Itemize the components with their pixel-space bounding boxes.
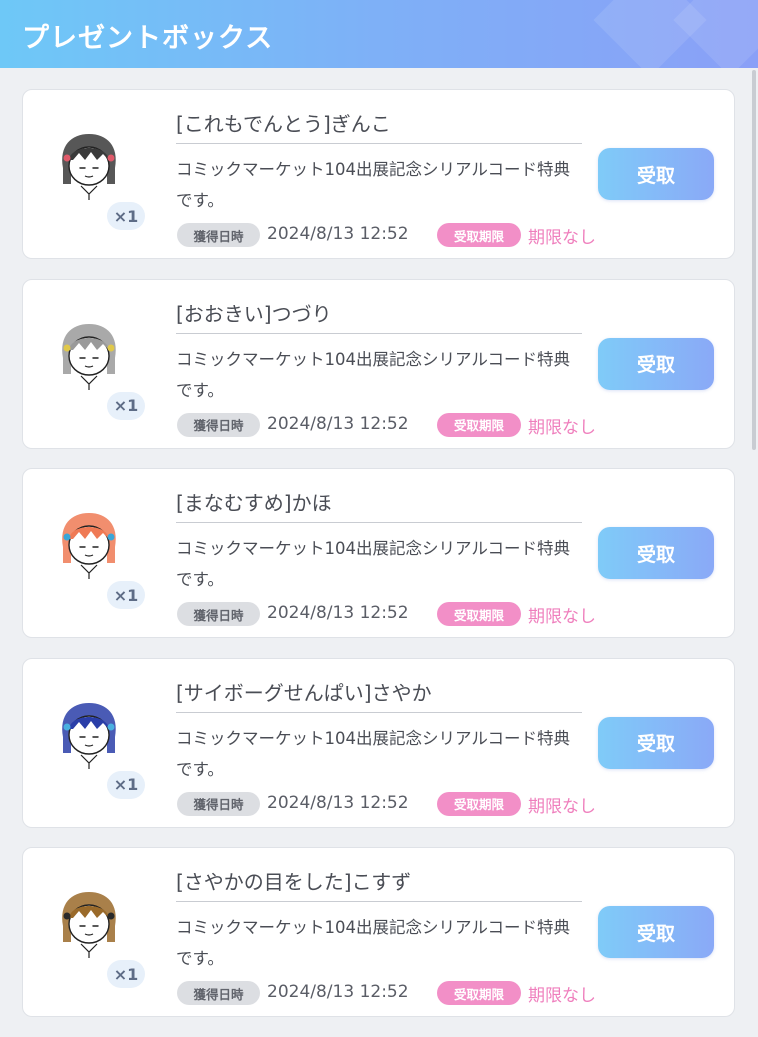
item-description: コミックマーケット104出展記念シリアルコード特典です。 xyxy=(176,349,570,400)
quantity-badge: ×1 xyxy=(107,581,145,609)
present-card: ×1 [サイボーグせんぱい]さやか コミックマーケット104出展記念シリアルコー… xyxy=(22,657,735,828)
deadline-value: 期限なし xyxy=(528,417,596,438)
page-title: プレゼントボックス xyxy=(22,23,274,54)
deadline-tag: 受取期限 xyxy=(437,223,521,247)
quantity-badge: ×1 xyxy=(107,202,145,230)
divider xyxy=(176,143,582,144)
item-title: [まなむすめ]かほ xyxy=(176,491,332,515)
present-card: ×1 [さやかの目をした]こすず コミックマーケット104出展記念シリアルコード… xyxy=(22,847,735,1017)
acquired-date: 2024/8/13 12:52 xyxy=(267,413,409,434)
present-list: ×1 [これもでんとう]ぎんこ コミックマーケット104出展記念シリアルコード特… xyxy=(22,89,735,1037)
acquired-date-tag: 獲得日時 xyxy=(177,791,260,816)
acquired-date: 2024/8/13 12:52 xyxy=(267,982,409,1002)
acquired-date: 2024/8/13 12:52 xyxy=(267,792,409,813)
receive-button[interactable]: 受取 xyxy=(598,148,714,200)
deadline-tag: 受取期限 xyxy=(437,791,521,816)
character-avatar-icon xyxy=(62,702,116,769)
receive-button[interactable]: 受取 xyxy=(598,906,714,958)
acquired-date: 2024/8/13 12:52 xyxy=(267,603,409,623)
deadline-tag: 受取期限 xyxy=(437,981,521,1005)
deadline-tag: 受取期限 xyxy=(437,412,521,437)
character-avatar-icon xyxy=(62,513,116,579)
present-card: ×1 [おおきい]つづり コミックマーケット104出展記念シリアルコード特典です… xyxy=(22,278,735,449)
item-description: コミックマーケット104出展記念シリアルコード特典です。 xyxy=(176,160,570,210)
item-title: [さやかの目をした]こすず xyxy=(176,870,412,894)
present-card: ×1 [まなむすめ]かほ コミックマーケット104出展記念シリアルコード特典です… xyxy=(22,468,735,638)
item-title: [サイボーグせんぱい]さやか xyxy=(176,680,432,705)
character-avatar-icon xyxy=(62,892,116,958)
divider xyxy=(176,711,582,713)
character-avatar-icon xyxy=(62,134,116,200)
item-title: [おおきい]つづり xyxy=(176,301,332,326)
deadline-value: 期限なし xyxy=(528,607,596,627)
item-description: コミックマーケット104出展記念シリアルコード特典です。 xyxy=(176,728,570,779)
divider xyxy=(176,332,582,334)
receive-button[interactable]: 受取 xyxy=(598,337,714,390)
receive-button[interactable]: 受取 xyxy=(598,527,714,579)
item-description: コミックマーケット104出展記念シリアルコード特典です。 xyxy=(176,918,570,968)
divider xyxy=(176,901,582,902)
quantity-badge: ×1 xyxy=(107,770,145,799)
item-title: [これもでんとう]ぎんこ xyxy=(176,112,391,136)
acquired-date-tag: 獲得日時 xyxy=(177,602,260,626)
deadline-value: 期限なし xyxy=(528,228,596,248)
acquired-date: 2024/8/13 12:52 xyxy=(267,224,409,244)
character-avatar-icon xyxy=(62,323,116,390)
receive-button[interactable]: 受取 xyxy=(598,716,714,769)
acquired-date-tag: 獲得日時 xyxy=(177,981,260,1005)
quantity-badge: ×1 xyxy=(107,960,145,988)
divider xyxy=(176,522,582,523)
acquired-date-tag: 獲得日時 xyxy=(177,223,260,247)
deadline-value: 期限なし xyxy=(528,796,596,817)
deadline-tag: 受取期限 xyxy=(437,602,521,626)
scrollbar[interactable] xyxy=(752,70,756,450)
deadline-value: 期限なし xyxy=(528,986,596,1006)
acquired-date-tag: 獲得日時 xyxy=(177,412,260,437)
quantity-badge: ×1 xyxy=(107,391,145,420)
item-description: コミックマーケット104出展記念シリアルコード特典です。 xyxy=(176,539,570,589)
present-card: ×1 [これもでんとう]ぎんこ コミックマーケット104出展記念シリアルコード特… xyxy=(22,89,735,259)
header-bar: プレゼントボックス xyxy=(0,0,758,68)
